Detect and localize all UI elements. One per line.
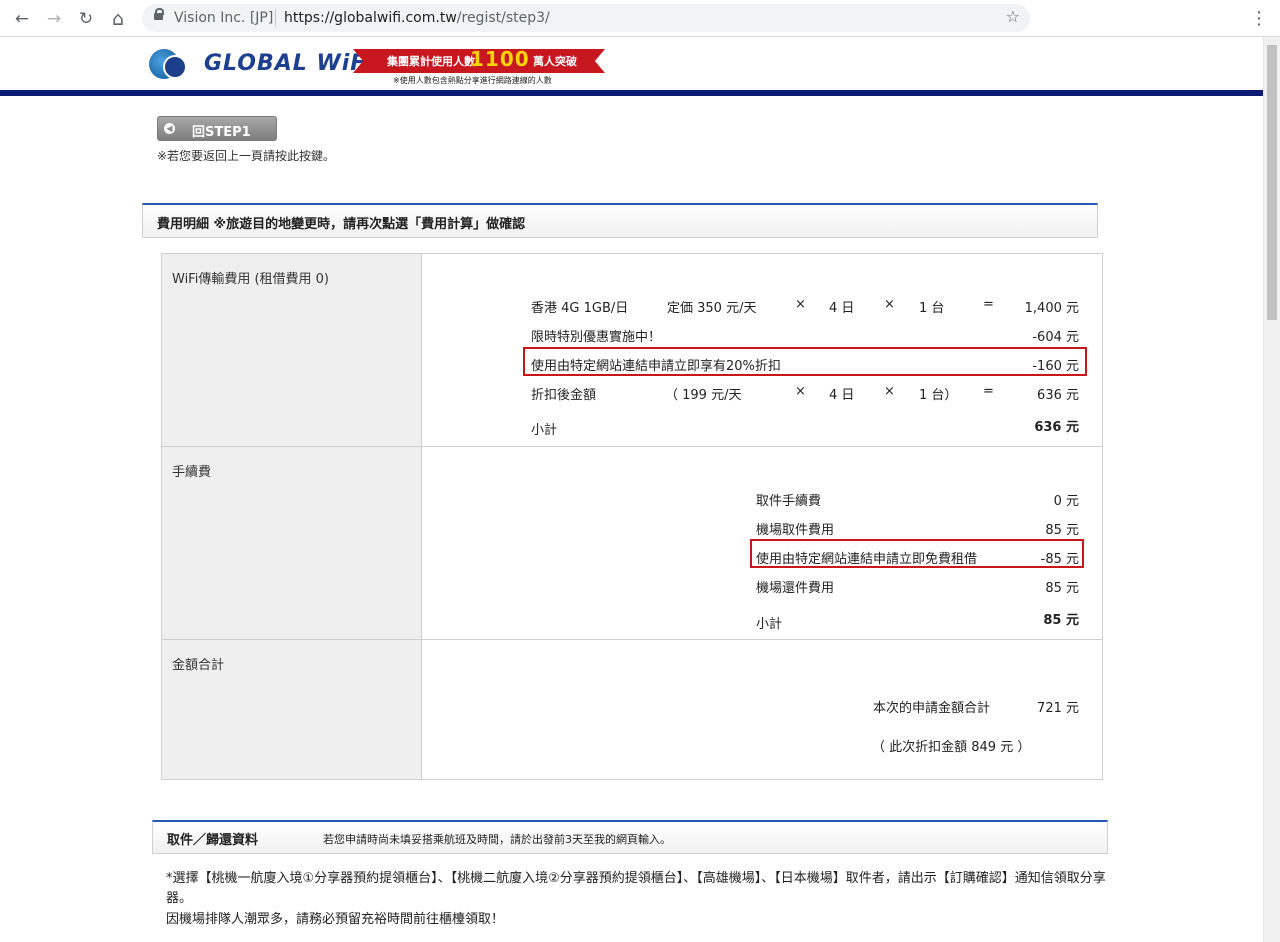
airport-pickup-amount: 85 元 <box>1045 523 1079 538</box>
banner-text-right: 萬人突破 <box>533 55 577 68</box>
pickup-fee-label: 取件手續費 <box>756 494 822 509</box>
total-details: 本次的申請金額合計 721 元 （ 此次折扣金額 849 元 ） <box>421 639 1103 780</box>
handling-fee-label: 手續費 <box>161 446 422 640</box>
address-separator <box>275 9 276 27</box>
discount-total-note: （ 此次折扣金額 849 元 ） <box>872 740 1031 755</box>
airport-return-amount: 85 元 <box>1045 581 1079 596</box>
pickup-warning: 因機場排隊人潮眾多，請務必預留充裕時間前往櫃檯領取！ <box>166 912 505 927</box>
after-discount-price: （ 199 元/天 <box>665 388 742 403</box>
free-rent-amount: -85 元 <box>1040 552 1079 567</box>
pickup-section-subtitle: 若您申請時尚未填妥搭乘航班及時間，請於出發前3天至我的網頁輸入。 <box>323 833 671 846</box>
pickup-fee-amount: 0 元 <box>1053 494 1079 509</box>
unit-count: 1 台 <box>919 301 945 316</box>
wifi-fee-details: 香港 4G 1GB/日 定価 350 元/天 × 4 日 × 1 台 = 1,4… <box>421 253 1103 447</box>
grand-total-label: 本次的申請金額合計 <box>873 701 991 716</box>
url-path: /regist/step3/ <box>456 10 550 26</box>
link-discount-amount: -160 元 <box>1032 359 1079 374</box>
list-price: 定価 350 元/天 <box>667 301 757 316</box>
globe-wifi-logo-icon[interactable] <box>149 49 187 79</box>
wifi-fee-row: WiFi傳輸費用 (租借費用 0) 香港 4G 1GB/日 定価 350 元/天… <box>161 253 1103 447</box>
grand-total-amount: 721 元 <box>1037 701 1079 716</box>
bookmark-star-icon[interactable]: ☆ <box>1006 7 1020 26</box>
airport-return-label: 機場還件費用 <box>756 581 835 596</box>
handling-subtotal-label: 小計 <box>756 617 783 632</box>
link-discount-label: 使用由特定網站連結申請立即享有20%折扣 <box>531 359 781 374</box>
wifi-subtotal-label: 小計 <box>531 423 558 438</box>
fee-section-title: 費用明細 ※旅遊目的地變更時，請再次點選「費用計算」做確認 <box>157 217 526 232</box>
browser-toolbar: ← → ↻ ⌂ Vision Inc. [JP] https://globalw… <box>0 0 1280 37</box>
equals-sign-2: = <box>983 384 994 399</box>
wifi-subtotal-amount: 636 元 <box>1034 420 1079 435</box>
forward-arrow-icon[interactable]: → <box>42 7 66 31</box>
after-days: 4 日 <box>829 388 855 403</box>
total-label: 金額合計 <box>161 639 422 780</box>
banner-number: 1100 <box>470 47 530 71</box>
url-text[interactable]: https://globalwifi.com.tw/regist/step3/ <box>284 10 550 26</box>
after-discount-label: 折扣後金額 <box>531 388 597 403</box>
handling-fee-details: 取件手續費 0 元 機場取件費用 85 元 使用由特定網站連結申請立即免費租借 … <box>421 446 1103 640</box>
times-sign-4: × <box>884 384 895 399</box>
free-rent-label: 使用由特定網站連結申請立即免費租借 <box>756 552 978 567</box>
fee-section-header: 費用明細 ※旅遊目的地變更時，請再次點選「費用計算」做確認 <box>142 203 1098 238</box>
back-arrow-icon[interactable]: ← <box>10 7 34 31</box>
banner-text-left: 集團累計使用人數 <box>387 55 475 68</box>
header-divider <box>0 90 1263 96</box>
scrollbar-thumb[interactable] <box>1267 45 1277 320</box>
total-row: 金額合計 本次的申請金額合計 721 元 （ 此次折扣金額 849 元 ） <box>161 639 1103 780</box>
site-identity: Vision Inc. [JP] <box>174 10 274 26</box>
handling-subtotal-amount: 85 元 <box>1043 613 1079 628</box>
back-to-step1-button[interactable]: ◀ 回STEP1 <box>157 116 277 141</box>
url-host: https://globalwifi.com.tw <box>284 10 457 26</box>
back-button-label: 回STEP1 <box>192 125 251 140</box>
pickup-instructions: *選擇【桃機一航廈入境①分享器預約提領櫃台】、【桃機二航廈入境②分享器預約提領櫃… <box>166 871 1106 906</box>
reload-icon[interactable]: ↻ <box>74 7 98 31</box>
base-amount: 1,400 元 <box>1024 301 1079 316</box>
users-banner: 集團累計使用人數 1100 萬人突破 ※使用人數包含熱點分享進行網路連線的人數 <box>353 46 605 85</box>
times-sign: × <box>795 297 806 312</box>
lock-icon[interactable] <box>154 8 164 22</box>
page-scrollbar[interactable] <box>1263 37 1280 942</box>
promo-amount: -604 元 <box>1032 330 1079 345</box>
address-bar[interactable]: Vision Inc. [JP] https://globalwifi.com.… <box>142 4 1030 32</box>
times-sign-2: × <box>884 297 895 312</box>
promo-label: 限時特別優惠實施中！ <box>531 330 662 345</box>
plan-name: 香港 4G 1GB/日 <box>531 301 629 316</box>
browser-menu-icon[interactable]: ⋮ <box>1250 7 1268 31</box>
back-circle-icon: ◀ <box>164 123 175 134</box>
fee-table: WiFi傳輸費用 (租借費用 0) 香港 4G 1GB/日 定価 350 元/天… <box>161 253 1103 780</box>
site-header: GLOBAL WiFi 集團累計使用人數 1100 萬人突破 ※使用人數包含熱點… <box>0 37 1263 90</box>
times-sign-3: × <box>795 384 806 399</box>
airport-pickup-label: 機場取件費用 <box>756 523 835 538</box>
home-icon[interactable]: ⌂ <box>106 7 130 31</box>
after-units: 1 台） <box>919 388 958 403</box>
pickup-section-header: 取件／歸還資料 若您申請時尚未填妥搭乘航班及時間，請於出發前3天至我的網頁輸入。 <box>152 820 1108 854</box>
wifi-fee-label: WiFi傳輸費用 (租借費用 0) <box>161 253 422 447</box>
handling-fee-row: 手續費 取件手續費 0 元 機場取件費用 85 元 使用由特定網站連結申請立即免… <box>161 446 1103 640</box>
banner-note: ※使用人數包含熱點分享進行網路連線的人數 <box>393 76 552 85</box>
back-note: ※若您要返回上一頁請按此按鍵。 <box>157 149 336 163</box>
after-discount-amount: 636 元 <box>1037 388 1079 403</box>
rental-days: 4 日 <box>829 301 855 316</box>
site-logo-text[interactable]: GLOBAL WiFi <box>204 51 375 76</box>
pickup-section-title: 取件／歸還資料 <box>167 833 259 848</box>
equals-sign: = <box>983 297 994 312</box>
